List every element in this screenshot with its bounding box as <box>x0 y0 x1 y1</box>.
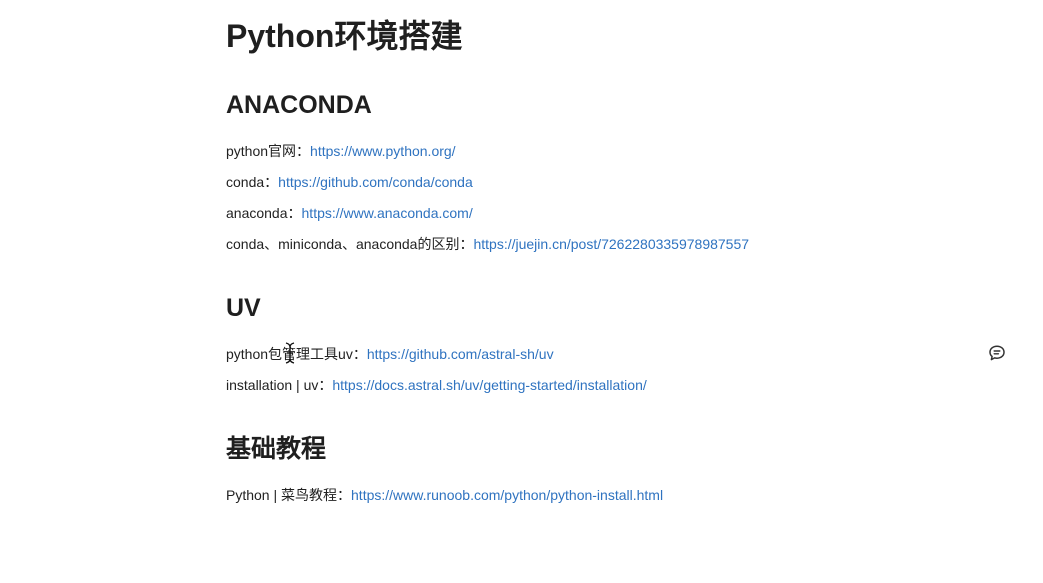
document-page: Python环境搭建 ANACONDA python官网：https://www… <box>0 0 1043 583</box>
comment-icon <box>989 345 1005 361</box>
link-runoob[interactable]: https://www.runoob.com/python/python-ins… <box>351 487 663 503</box>
link-line-conda: conda：https://github.com/conda/conda <box>226 172 473 192</box>
section-heading-tutorial: 基础教程 <box>226 435 327 463</box>
link-label: anaconda： <box>226 205 302 221</box>
link-label: python包管理工具uv： <box>226 346 367 362</box>
link-uv-github[interactable]: https://github.com/astral-sh/uv <box>367 346 554 362</box>
link-line-runoob: Python | 菜鸟教程：https://www.runoob.com/pyt… <box>226 485 663 505</box>
link-conda-github[interactable]: https://github.com/conda/conda <box>278 174 473 190</box>
link-line-uv-install: installation | uv：https://docs.astral.sh… <box>226 375 647 395</box>
link-uv-docs[interactable]: https://docs.astral.sh/uv/getting-starte… <box>332 377 646 393</box>
link-line-conda-diff: conda、miniconda、anaconda的区别：https://juej… <box>226 234 749 254</box>
link-python-site[interactable]: https://www.python.org/ <box>310 143 456 159</box>
page-title: Python环境搭建 <box>226 18 463 54</box>
link-label: conda、miniconda、anaconda的区别： <box>226 236 474 252</box>
link-line-python-site: python官网：https://www.python.org/ <box>226 141 456 161</box>
link-label: conda： <box>226 174 279 190</box>
link-juejin-post[interactable]: https://juejin.cn/post/72622803359789875… <box>473 236 749 252</box>
link-line-uv-tool: python包管理工具uv：https://github.com/astral-… <box>226 344 554 364</box>
link-label: installation | uv： <box>226 377 333 393</box>
link-anaconda-site[interactable]: https://www.anaconda.com/ <box>302 205 473 221</box>
link-label: python官网： <box>226 143 311 159</box>
section-heading-anaconda: ANACONDA <box>226 91 372 119</box>
link-label: Python | 菜鸟教程： <box>226 487 352 503</box>
text-cursor-icon <box>285 342 295 364</box>
section-heading-uv: UV <box>226 294 261 322</box>
link-line-anaconda: anaconda：https://www.anaconda.com/ <box>226 203 473 223</box>
comment-button[interactable] <box>988 344 1006 362</box>
